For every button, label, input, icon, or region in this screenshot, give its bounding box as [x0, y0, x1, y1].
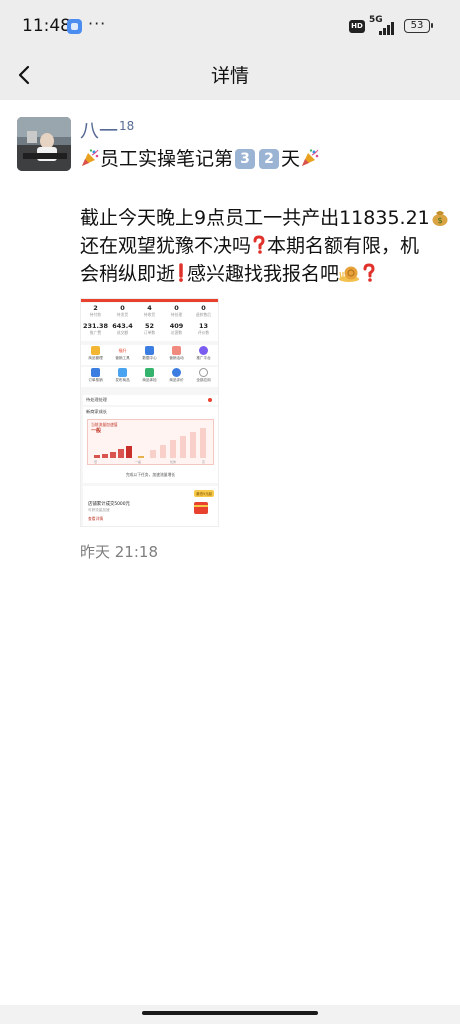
nav-bar: 详情 — [0, 50, 460, 100]
svg-text:$: $ — [437, 216, 442, 225]
post-timestamp: 昨天 21:18 — [80, 543, 158, 561]
party-popper-icon — [80, 147, 100, 178]
status-time: 11:48 — [22, 16, 71, 36]
home-indicator[interactable] — [142, 1011, 318, 1015]
money-bag-icon: $ — [430, 206, 450, 237]
gift-icon — [194, 502, 208, 514]
keycap-number: 2 — [259, 149, 280, 169]
username-superscript: 18 — [119, 119, 135, 133]
post-text-line-4: 会稍纵即逝 感兴趣找我报名吧 — [80, 259, 377, 293]
app-notification-icon — [67, 19, 82, 34]
battery-icon: 53 — [404, 19, 433, 33]
more-notifications-icon: ··· — [88, 14, 107, 33]
red-question-icon — [361, 262, 377, 293]
username[interactable]: 八一18 — [80, 116, 134, 143]
avatar-image — [17, 117, 71, 171]
post-image-thumbnail[interactable]: 2 待付款 0 待发货 4 待收货 0 待处理 0 退款售后 231.38 推广费 643.… — [80, 298, 219, 527]
avatar[interactable] — [17, 117, 71, 171]
page-title: 详情 — [210, 65, 249, 87]
thumb-icon-row-1: 商品管理 福升 营销工具 数据中心 营销活动 推广平台 — [81, 345, 218, 365]
thumb-todo-row: 待处理处理 — [83, 395, 218, 405]
thumb-stats: 2 待付款 0 待发货 4 待收货 0 待处理 0 退款售后 231.38 推广费 643.… — [81, 303, 218, 341]
thumb-shop-task: 最低5元起 店铺累计成交5000元 可获流量加速 查看详情 — [83, 486, 218, 526]
party-popper-icon — [300, 147, 320, 178]
keycap-number: 3 — [235, 149, 256, 169]
snail-icon — [339, 262, 361, 293]
status-bar: 11:48 ··· HD 5G 53 — [0, 0, 460, 50]
post-text-line-1: 员工实操笔记第 3 2 天 — [80, 144, 320, 178]
thumb-icon-row-2: 订单核销 发布商品 商品体检 商品评价 全部应用 — [81, 367, 218, 387]
red-exclamation-icon — [175, 262, 187, 293]
hd-voice-icon: HD — [349, 20, 365, 33]
signal-icon: 5G — [369, 15, 399, 37]
thumb-growth-card: 新商家成长 当前流量加速值 一般 低 一般 优秀 高 完成以下任务，加速流量增长 — [83, 407, 218, 483]
